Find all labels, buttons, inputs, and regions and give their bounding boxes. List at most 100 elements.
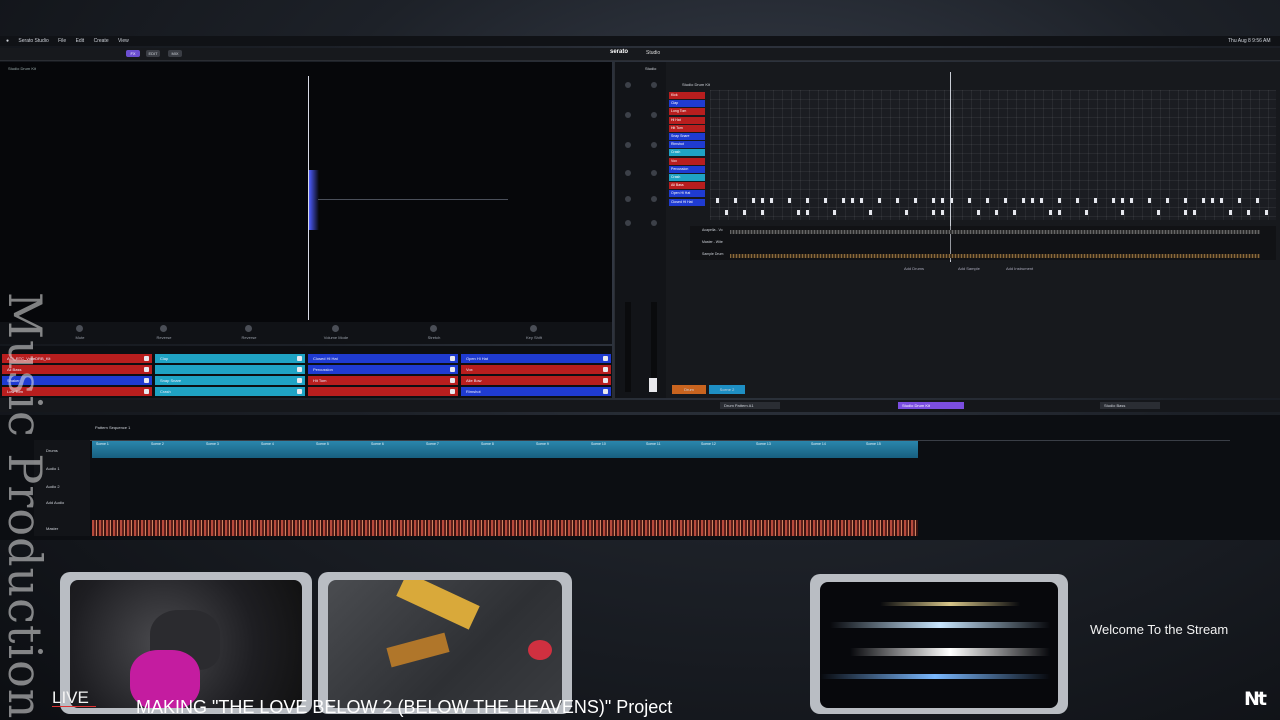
song-section-label[interactable]: Scene 1 <box>96 442 109 446</box>
active-step[interactable] <box>761 210 764 215</box>
key-shift-knob[interactable] <box>530 325 537 332</box>
menu-view[interactable]: View <box>118 38 129 44</box>
reverse-knob[interactable] <box>245 325 252 332</box>
drum-pad[interactable]: Alie Bow <box>461 376 611 385</box>
song-section-label[interactable]: Scene 10 <box>591 442 606 446</box>
song-section-label[interactable]: Scene 5 <box>316 442 329 446</box>
active-step[interactable] <box>1049 210 1052 215</box>
pad-select-icon[interactable] <box>297 389 302 394</box>
pad-select-icon[interactable] <box>297 378 302 383</box>
song-section-label[interactable]: Scene 15 <box>866 442 881 446</box>
fader-handle[interactable] <box>649 378 657 392</box>
active-step[interactable] <box>788 198 791 203</box>
mode-fx-button[interactable]: FX <box>126 50 140 57</box>
active-step[interactable] <box>878 198 881 203</box>
pad-select-icon[interactable] <box>450 356 455 361</box>
reverse-knob[interactable] <box>160 325 167 332</box>
active-step[interactable] <box>1184 210 1187 215</box>
drum-pad[interactable]: Closed Hi Hat <box>308 354 458 363</box>
active-step[interactable] <box>914 198 917 203</box>
active-step[interactable] <box>1094 198 1097 203</box>
active-step[interactable] <box>869 210 872 215</box>
song-section-label[interactable]: Scene 13 <box>756 442 771 446</box>
active-step[interactable] <box>1004 198 1007 203</box>
active-step[interactable] <box>806 198 809 203</box>
active-step[interactable] <box>806 210 809 215</box>
active-step[interactable] <box>1247 210 1250 215</box>
active-step[interactable] <box>1022 198 1025 203</box>
active-step[interactable] <box>1121 198 1124 203</box>
active-step[interactable] <box>1058 198 1061 203</box>
active-step[interactable] <box>1148 198 1151 203</box>
sequencer-lane[interactable]: Kick <box>669 92 705 99</box>
active-step[interactable] <box>1130 198 1133 203</box>
scene-button[interactable]: Scene 2 <box>709 385 745 394</box>
active-step[interactable] <box>743 210 746 215</box>
instrument-selector[interactable]: Studio Bass <box>1100 402 1160 409</box>
sequencer-lane[interactable]: Long Tom <box>669 108 705 116</box>
active-step[interactable] <box>1256 198 1259 203</box>
menu-file[interactable]: File <box>58 38 66 44</box>
drum-pad[interactable] <box>308 387 458 396</box>
drum-pad[interactable]: Vox <box>461 365 611 374</box>
active-step[interactable] <box>1085 210 1088 215</box>
active-step[interactable] <box>941 210 944 215</box>
sequencer-lane[interactable]: Clap <box>669 100 705 108</box>
active-step[interactable] <box>851 198 854 203</box>
drum-pad[interactable]: Crash <box>155 387 305 396</box>
active-step[interactable] <box>995 210 998 215</box>
sample-waveform-editor[interactable]: Studio Drum Kit <box>0 62 612 322</box>
stretch-knob[interactable] <box>430 325 437 332</box>
active-step[interactable] <box>1058 210 1061 215</box>
active-step[interactable] <box>1166 198 1169 203</box>
active-step[interactable] <box>761 198 764 203</box>
song-section-label[interactable]: Scene 3 <box>206 442 219 446</box>
song-section-label[interactable]: Scene 8 <box>481 442 494 446</box>
pad-select-icon[interactable] <box>144 356 149 361</box>
pad-select-icon[interactable] <box>603 378 608 383</box>
timeline-ruler[interactable] <box>90 434 1230 441</box>
active-step[interactable] <box>1031 198 1034 203</box>
active-step[interactable] <box>824 198 827 203</box>
sequencer-lane[interactable]: Vox <box>669 157 705 165</box>
sequencer-lane[interactable]: Percussion <box>669 165 705 173</box>
high-knob[interactable] <box>625 112 631 118</box>
active-step[interactable] <box>1112 198 1115 203</box>
pad-select-icon[interactable] <box>144 378 149 383</box>
song-section-label[interactable]: Scene 14 <box>811 442 826 446</box>
active-step[interactable] <box>1040 198 1043 203</box>
pattern-selector[interactable]: Drum Pattern A1 <box>720 402 780 409</box>
drum-pad[interactable]: Open Hi Hat <box>461 354 611 363</box>
sequencer-lane[interactable]: Hit Tom <box>669 124 705 132</box>
add-instrument-button[interactable]: Add Instrument <box>1006 266 1033 271</box>
add-sample-button[interactable]: Add Sample <box>958 266 980 271</box>
volume-mode-knob[interactable] <box>332 325 339 332</box>
song-section-label[interactable]: Scene 11 <box>646 442 661 446</box>
drum-pad[interactable]: Percussion <box>308 365 458 374</box>
app-name[interactable]: Serato Studio <box>18 38 48 44</box>
song-section-label[interactable]: Scene 4 <box>261 442 274 446</box>
menu-edit[interactable]: Edit <box>76 38 85 44</box>
sequencer-lane[interactable]: Ali Bass <box>669 182 705 190</box>
mid-knob[interactable] <box>625 142 631 148</box>
pad-select-icon[interactable] <box>603 389 608 394</box>
active-step[interactable] <box>1121 210 1124 215</box>
pad-select-icon[interactable] <box>144 389 149 394</box>
active-step[interactable] <box>842 198 845 203</box>
pad-select-icon[interactable] <box>450 389 455 394</box>
active-step[interactable] <box>941 198 944 203</box>
active-step[interactable] <box>1211 198 1214 203</box>
add-drums-button[interactable]: Add Drums <box>904 266 924 271</box>
sequencer-lane[interactable]: Snap Snare <box>669 133 705 140</box>
pan-knob[interactable] <box>625 220 631 226</box>
active-step[interactable] <box>896 198 899 203</box>
pad-select-icon[interactable] <box>450 367 455 372</box>
scene-button[interactable]: Drum <box>672 385 706 394</box>
active-step[interactable] <box>1013 210 1016 215</box>
low-knob[interactable] <box>651 170 657 176</box>
active-step[interactable] <box>1157 210 1160 215</box>
mode-mix-button[interactable]: MIX <box>168 50 182 57</box>
high-knob[interactable] <box>651 112 657 118</box>
drum-pad[interactable]: Clap <box>155 354 305 363</box>
active-step[interactable] <box>797 210 800 215</box>
